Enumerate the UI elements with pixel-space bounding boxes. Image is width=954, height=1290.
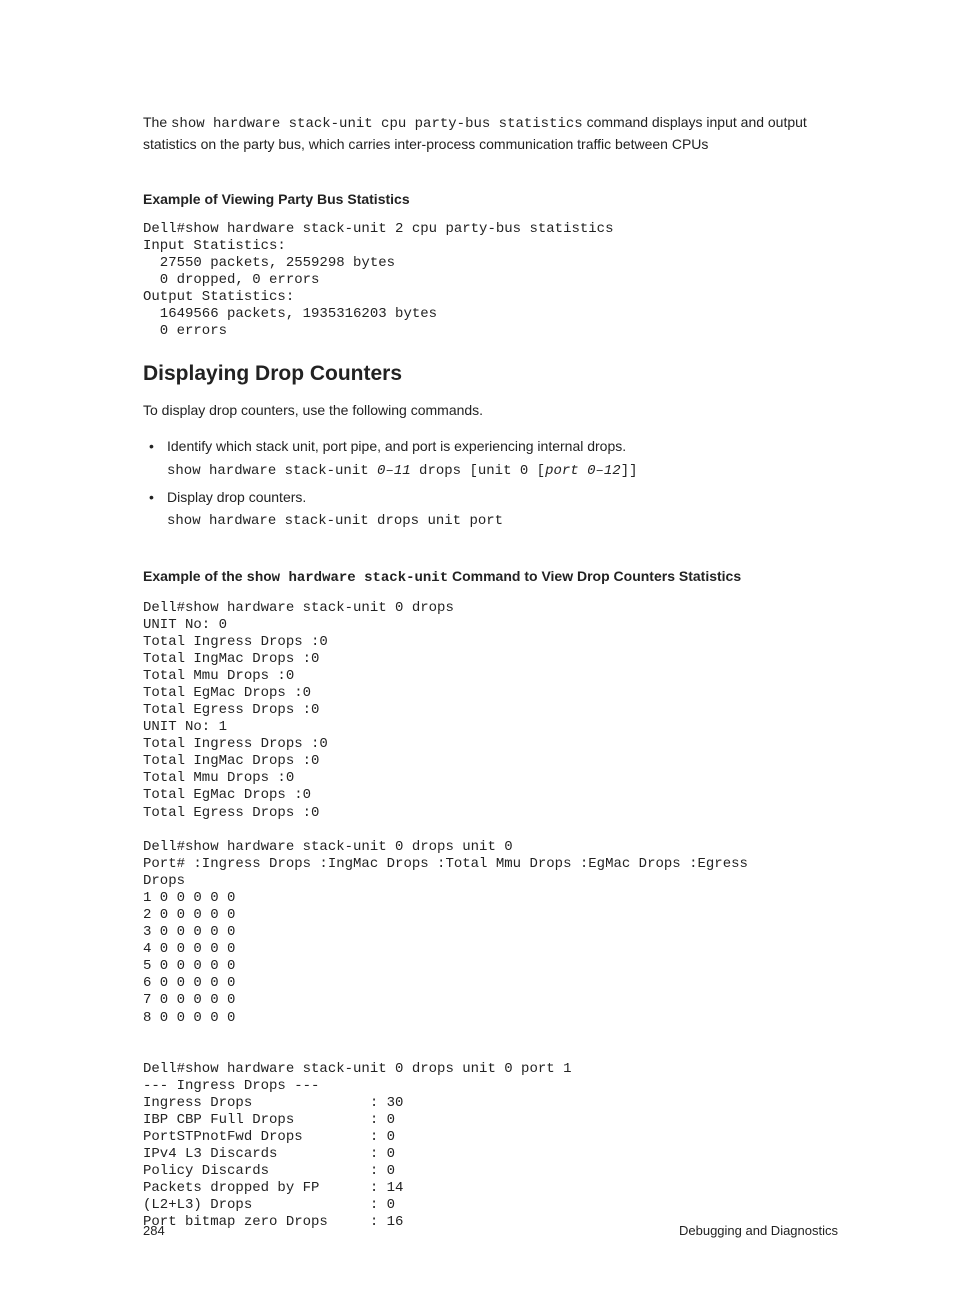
section-heading-drop-counters: Displaying Drop Counters bbox=[143, 362, 838, 386]
heading2-suffix: Command to View Drop Counters Statistics bbox=[448, 568, 741, 584]
code-block-drop-counters: Dell#show hardware stack-unit 0 drops UN… bbox=[143, 600, 838, 1232]
code-block-party-bus: Dell#show hardware stack-unit 2 cpu part… bbox=[143, 221, 838, 341]
command-list: Identify which stack unit, port pipe, an… bbox=[143, 436, 838, 531]
intro-mono-command: show hardware stack-unit cpu party-bus s… bbox=[171, 116, 583, 132]
page-number: 284 bbox=[143, 1223, 165, 1238]
intro-paragraph: The show hardware stack-unit cpu party-b… bbox=[143, 112, 838, 155]
heading2-prefix: Example of the bbox=[143, 568, 246, 584]
list-item-code: show hardware stack-unit drops unit port bbox=[167, 511, 838, 531]
section-intro: To display drop counters, use the follow… bbox=[143, 400, 838, 420]
footer-section-title: Debugging and Diagnostics bbox=[679, 1223, 838, 1238]
page-footer: 284 Debugging and Diagnostics bbox=[143, 1223, 838, 1238]
list-item: Display drop counters. show hardware sta… bbox=[167, 487, 838, 532]
list-item-text: Display drop counters. bbox=[167, 489, 306, 505]
example-heading-1: Example of Viewing Party Bus Statistics bbox=[143, 191, 838, 207]
list-item-text: Identify which stack unit, port pipe, an… bbox=[167, 438, 626, 454]
heading2-mono: show hardware stack-unit bbox=[246, 570, 448, 586]
list-item: Identify which stack unit, port pipe, an… bbox=[167, 436, 838, 481]
list-item-code: show hardware stack-unit 0–11 drops [uni… bbox=[167, 461, 838, 481]
intro-prefix: The bbox=[143, 114, 171, 130]
example-heading-2: Example of the show hardware stack-unit … bbox=[143, 568, 838, 586]
page-container: The show hardware stack-unit cpu party-b… bbox=[0, 0, 954, 1290]
